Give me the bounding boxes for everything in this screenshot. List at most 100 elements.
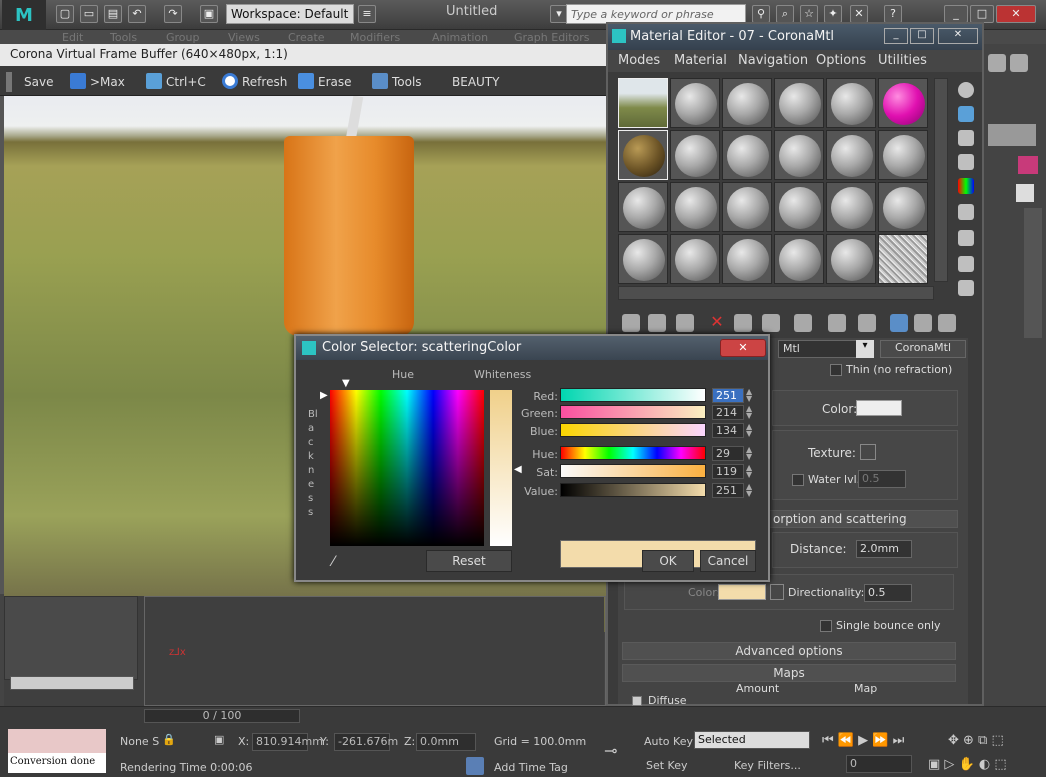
- hue-pointer-icon[interactable]: ▼: [342, 378, 350, 389]
- refresh-button[interactable]: Refresh: [222, 72, 287, 92]
- undo-icon[interactable]: ↶: [128, 5, 146, 23]
- me-close-icon[interactable]: ✕: [938, 28, 978, 44]
- material-slot[interactable]: [670, 234, 720, 284]
- search-input[interactable]: Type a keyword or phrase: [566, 4, 746, 24]
- blue-slider[interactable]: [560, 423, 706, 437]
- absolute-mode-icon[interactable]: ▣: [214, 733, 224, 746]
- hue-spinner-icon[interactable]: ▲ ▼: [746, 446, 754, 461]
- menu-tools[interactable]: Tools: [110, 31, 137, 44]
- material-type-button[interactable]: CoronaMtl: [880, 340, 966, 358]
- water-checkbox[interactable]: [792, 474, 804, 486]
- menu-animation[interactable]: Animation: [432, 31, 488, 44]
- menu-create[interactable]: Create: [288, 31, 325, 44]
- redo-icon[interactable]: ↷: [164, 5, 182, 23]
- maximize-icon[interactable]: □: [970, 5, 994, 23]
- me-minimize-icon[interactable]: _: [884, 28, 908, 44]
- panel-scroll[interactable]: [1024, 208, 1042, 338]
- me-menu-material[interactable]: Material: [674, 53, 727, 68]
- object-color-swatch[interactable]: [1018, 156, 1038, 174]
- open-icon[interactable]: ▭: [80, 5, 98, 23]
- hue-field[interactable]: 29: [712, 446, 744, 461]
- menu-graph-editors[interactable]: Graph Editors: [514, 31, 590, 44]
- copy-material-icon[interactable]: [734, 314, 752, 332]
- uv-tiling-icon[interactable]: [958, 154, 974, 170]
- material-slot[interactable]: [618, 130, 668, 180]
- green-spinner-icon[interactable]: ▲ ▼: [746, 405, 754, 420]
- time-tag-icon[interactable]: [466, 757, 484, 775]
- add-time-tag-button[interactable]: Add Time Tag: [494, 761, 568, 774]
- menu-modifiers[interactable]: Modifiers: [350, 31, 400, 44]
- modify-tab-icon[interactable]: [988, 124, 1036, 146]
- save-button[interactable]: Save: [24, 72, 53, 92]
- name-dropdown-icon[interactable]: ▾: [856, 340, 874, 358]
- material-slot[interactable]: [670, 182, 720, 232]
- material-slot[interactable]: [878, 234, 928, 284]
- material-slot[interactable]: [722, 130, 772, 180]
- help-icon[interactable]: ?: [884, 5, 902, 23]
- me-menu-options[interactable]: Options: [816, 53, 866, 68]
- favorites-icon[interactable]: ✦: [824, 5, 842, 23]
- scatter-color-swatch[interactable]: [718, 584, 766, 600]
- material-slot[interactable]: [826, 234, 876, 284]
- material-slot[interactable]: [774, 78, 824, 128]
- select-by-material-icon[interactable]: [958, 256, 974, 272]
- maps-rollout[interactable]: Maps: [622, 664, 956, 682]
- star-icon[interactable]: ☆: [800, 5, 818, 23]
- go-forward-sibling-icon[interactable]: [938, 314, 956, 332]
- material-slot[interactable]: [618, 182, 668, 232]
- exchange-icon[interactable]: ✕: [850, 5, 868, 23]
- viewport-perspective[interactable]: z⅃x: [144, 596, 606, 706]
- material-slot[interactable]: [774, 130, 824, 180]
- make-unique-icon[interactable]: [762, 314, 780, 332]
- playback-controls[interactable]: ⏮ ⏪ ▶ ⏩ ⏭: [822, 733, 904, 748]
- set-key-button[interactable]: Set Key: [646, 759, 688, 772]
- close-icon[interactable]: ✕: [996, 5, 1036, 23]
- minimize-icon[interactable]: _: [944, 5, 968, 23]
- me-menu-modes[interactable]: Modes: [618, 53, 660, 68]
- viewport-nav-icons[interactable]: ✥ ⊕ ⧉ ⬚: [948, 733, 1004, 748]
- material-slot[interactable]: [618, 78, 668, 128]
- new-icon[interactable]: ▢: [56, 5, 74, 23]
- viewport-bottom[interactable]: z⅃x: [4, 596, 606, 706]
- assign-material-icon[interactable]: [676, 314, 694, 332]
- dropdown-icon[interactable]: [1016, 184, 1034, 202]
- slots-scrollbar[interactable]: [934, 78, 948, 282]
- material-slot[interactable]: [618, 234, 668, 284]
- menu-views[interactable]: Views: [228, 31, 260, 44]
- sat-slider[interactable]: [560, 464, 706, 478]
- show-end-result-icon[interactable]: [890, 314, 908, 332]
- material-slot[interactable]: [878, 78, 928, 128]
- material-navigator-icon[interactable]: [958, 280, 974, 296]
- material-slot[interactable]: [774, 234, 824, 284]
- single-bounce-checkbox[interactable]: [820, 620, 832, 632]
- whiteness-slider[interactable]: [490, 390, 512, 546]
- panel-icon-2[interactable]: [1010, 54, 1028, 72]
- maxscript-listener[interactable]: [8, 729, 106, 753]
- menu-group[interactable]: Group: [166, 31, 200, 44]
- material-slot[interactable]: [774, 182, 824, 232]
- lock-icon[interactable]: 🔒: [162, 733, 176, 746]
- color-selector-close-icon[interactable]: ✕: [720, 339, 766, 357]
- key-icon[interactable]: ⊸: [604, 741, 617, 760]
- background-icon[interactable]: [958, 130, 974, 146]
- to-max-button[interactable]: >Max: [70, 72, 125, 92]
- red-field[interactable]: 251: [712, 388, 744, 403]
- hue-slider[interactable]: [560, 446, 706, 460]
- save-icon[interactable]: ▤: [104, 5, 122, 23]
- render-pass-dropdown[interactable]: BEAUTY: [452, 72, 499, 92]
- x-coordinate-field[interactable]: 810.914mm: [252, 733, 323, 751]
- go-to-parent-icon[interactable]: [914, 314, 932, 332]
- value-field[interactable]: 251: [712, 483, 744, 498]
- material-slot[interactable]: [722, 78, 772, 128]
- cancel-button[interactable]: Cancel: [700, 550, 756, 572]
- green-field[interactable]: 214: [712, 405, 744, 420]
- diffuse-checkbox[interactable]: [632, 696, 642, 706]
- tools-button[interactable]: Tools: [372, 72, 422, 92]
- material-id-icon[interactable]: [828, 314, 846, 332]
- value-spinner-icon[interactable]: ▲ ▼: [746, 483, 754, 498]
- sample-type-icon[interactable]: [958, 82, 974, 98]
- red-spinner-icon[interactable]: ▲ ▼: [746, 388, 754, 403]
- options-icon[interactable]: [958, 230, 974, 246]
- blackness-pointer-icon[interactable]: ▶: [320, 390, 328, 401]
- material-slot[interactable]: [826, 182, 876, 232]
